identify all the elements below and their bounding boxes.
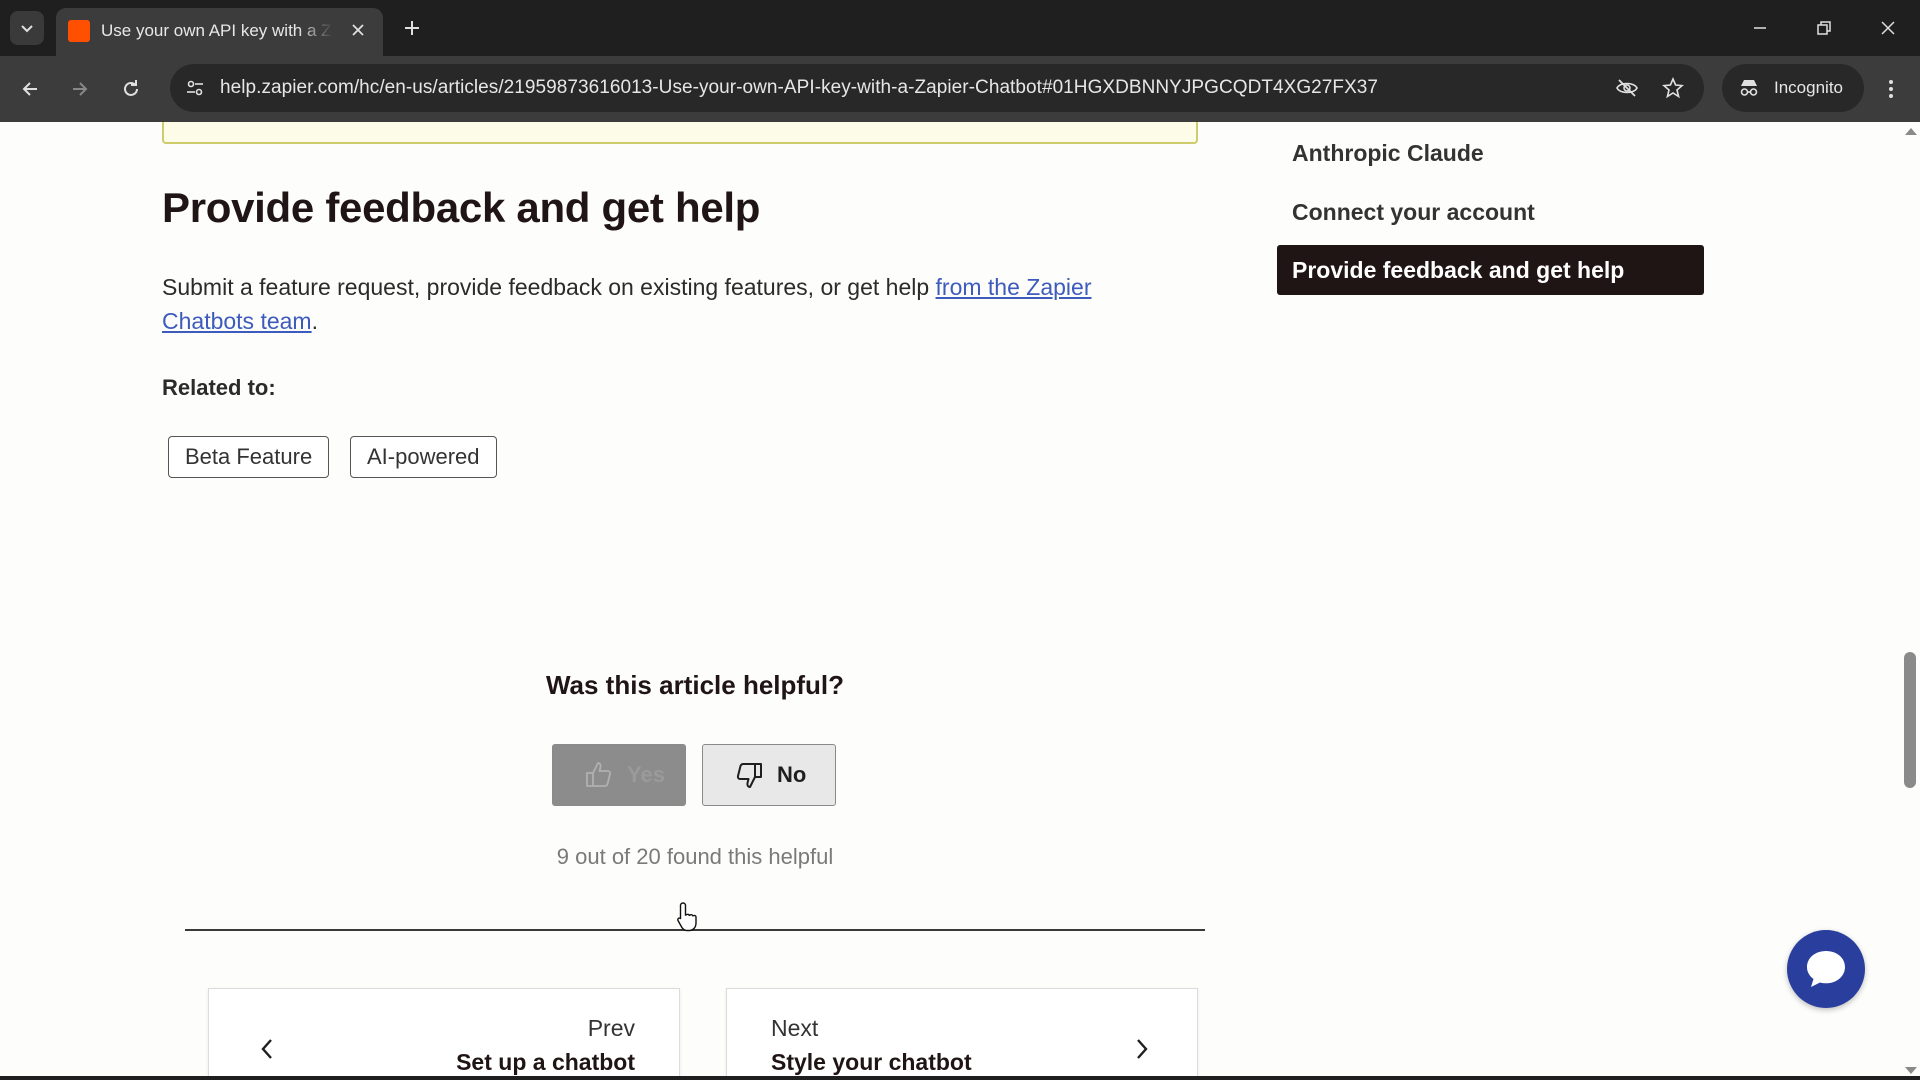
incognito-indicator[interactable]: Incognito xyxy=(1722,64,1864,112)
minimize-button[interactable] xyxy=(1738,8,1782,48)
new-tab-button[interactable] xyxy=(395,11,429,45)
tag-beta-feature[interactable]: Beta Feature xyxy=(168,436,330,478)
helpful-count: 9 out of 20 found this helpful xyxy=(556,844,834,869)
url-text: help.zapier.com/hc/en-us/articles/219598… xyxy=(220,77,1379,98)
vote-yes-label: Yes xyxy=(627,762,665,787)
page-scrollbar[interactable] xyxy=(1900,122,1920,1080)
prev-article-title: Set up a chatbot xyxy=(456,1049,635,1075)
scroll-up-arrow-icon[interactable] xyxy=(1905,128,1917,135)
related-label: Related to: xyxy=(162,375,276,400)
prev-article-link[interactable]: Prev Set up a chatbot xyxy=(208,988,680,1080)
toc-item-connect-your-account[interactable]: Connect your account xyxy=(1292,199,1535,226)
paragraph-text: Submit a feature request, provide feedba… xyxy=(162,274,936,300)
vote-yes-button[interactable]: Yes xyxy=(552,744,686,806)
chevron-left-icon xyxy=(255,1037,279,1061)
browser-tab[interactable]: Use your own API key with a Zapier Chatb… xyxy=(56,8,383,56)
close-window-button[interactable] xyxy=(1866,8,1910,48)
vote-no-button[interactable]: No xyxy=(702,744,836,806)
plus-icon xyxy=(405,21,419,35)
next-article-title: Style your chatbot xyxy=(771,1049,972,1075)
tag-ai-powered[interactable]: AI-powered xyxy=(350,436,497,478)
chevron-down-icon xyxy=(21,25,33,33)
toc-item-provide-feedback[interactable]: Provide feedback and get help xyxy=(1277,245,1704,295)
close-icon xyxy=(1881,21,1895,35)
browser-menu-button[interactable] xyxy=(1874,72,1908,106)
page-viewport: Provide feedback and get help Submit a f… xyxy=(0,122,1920,1080)
thumbs-down-icon xyxy=(736,763,762,788)
star-icon xyxy=(1662,77,1684,99)
incognito-icon xyxy=(1740,80,1758,96)
browser-toolbar: help.zapier.com/hc/en-us/articles/219598… xyxy=(0,56,1920,122)
next-article-link[interactable]: Next Style your chatbot xyxy=(726,988,1198,1080)
more-vertical-icon xyxy=(1889,80,1893,98)
incognito-label: Incognito xyxy=(1774,78,1843,97)
close-icon xyxy=(352,24,364,36)
prev-label: Prev xyxy=(587,1015,635,1041)
browser-tab-bar: Use your own API key with a Zapier Chatb… xyxy=(0,0,1920,56)
tune-icon xyxy=(187,80,203,96)
scroll-down-arrow-icon[interactable] xyxy=(1905,1067,1917,1074)
tab-title: Use your own API key with a Zapier Chatb… xyxy=(101,21,333,40)
back-button[interactable] xyxy=(13,72,47,106)
reload-button[interactable] xyxy=(114,72,148,106)
callout-box xyxy=(162,122,1198,144)
arrow-right-icon xyxy=(73,82,88,96)
restore-button[interactable] xyxy=(1802,8,1846,48)
address-bar[interactable]: help.zapier.com/hc/en-us/articles/219598… xyxy=(170,64,1704,112)
toc-active-label: Provide feedback and get help xyxy=(1292,257,1625,283)
restore-icon xyxy=(1817,21,1831,35)
arrow-left-icon xyxy=(22,82,37,96)
scroll-thumb[interactable] xyxy=(1904,652,1916,788)
eye-slash-icon xyxy=(1616,79,1638,97)
chevron-right-icon xyxy=(1130,1037,1154,1061)
mouse-cursor-icon xyxy=(677,902,697,932)
bookmark-button[interactable] xyxy=(1658,73,1688,103)
section-paragraph: Submit a feature request, provide feedba… xyxy=(162,270,1152,338)
chat-bubble-icon xyxy=(1807,951,1845,987)
zapier-favicon-icon xyxy=(68,20,90,42)
next-label: Next xyxy=(771,1015,819,1041)
chat-widget-button[interactable] xyxy=(1787,930,1865,1008)
tab-close-button[interactable] xyxy=(345,17,371,43)
helpful-question: Was this article helpful? xyxy=(545,670,845,700)
forward-button[interactable] xyxy=(63,72,97,106)
bottom-edge xyxy=(0,1076,1920,1080)
reload-icon xyxy=(124,80,138,96)
site-info-button[interactable] xyxy=(180,73,210,103)
paragraph-end: . xyxy=(311,308,318,334)
tracking-protection-button[interactable] xyxy=(1612,73,1642,103)
tab-search-button[interactable] xyxy=(10,11,44,45)
vote-no-label: No xyxy=(777,762,807,787)
minimize-icon xyxy=(1754,27,1766,29)
thumbs-up-icon xyxy=(586,762,612,787)
toc-item-anthropic-claude[interactable]: Anthropic Claude xyxy=(1292,140,1484,167)
section-heading: Provide feedback and get help xyxy=(162,184,761,231)
